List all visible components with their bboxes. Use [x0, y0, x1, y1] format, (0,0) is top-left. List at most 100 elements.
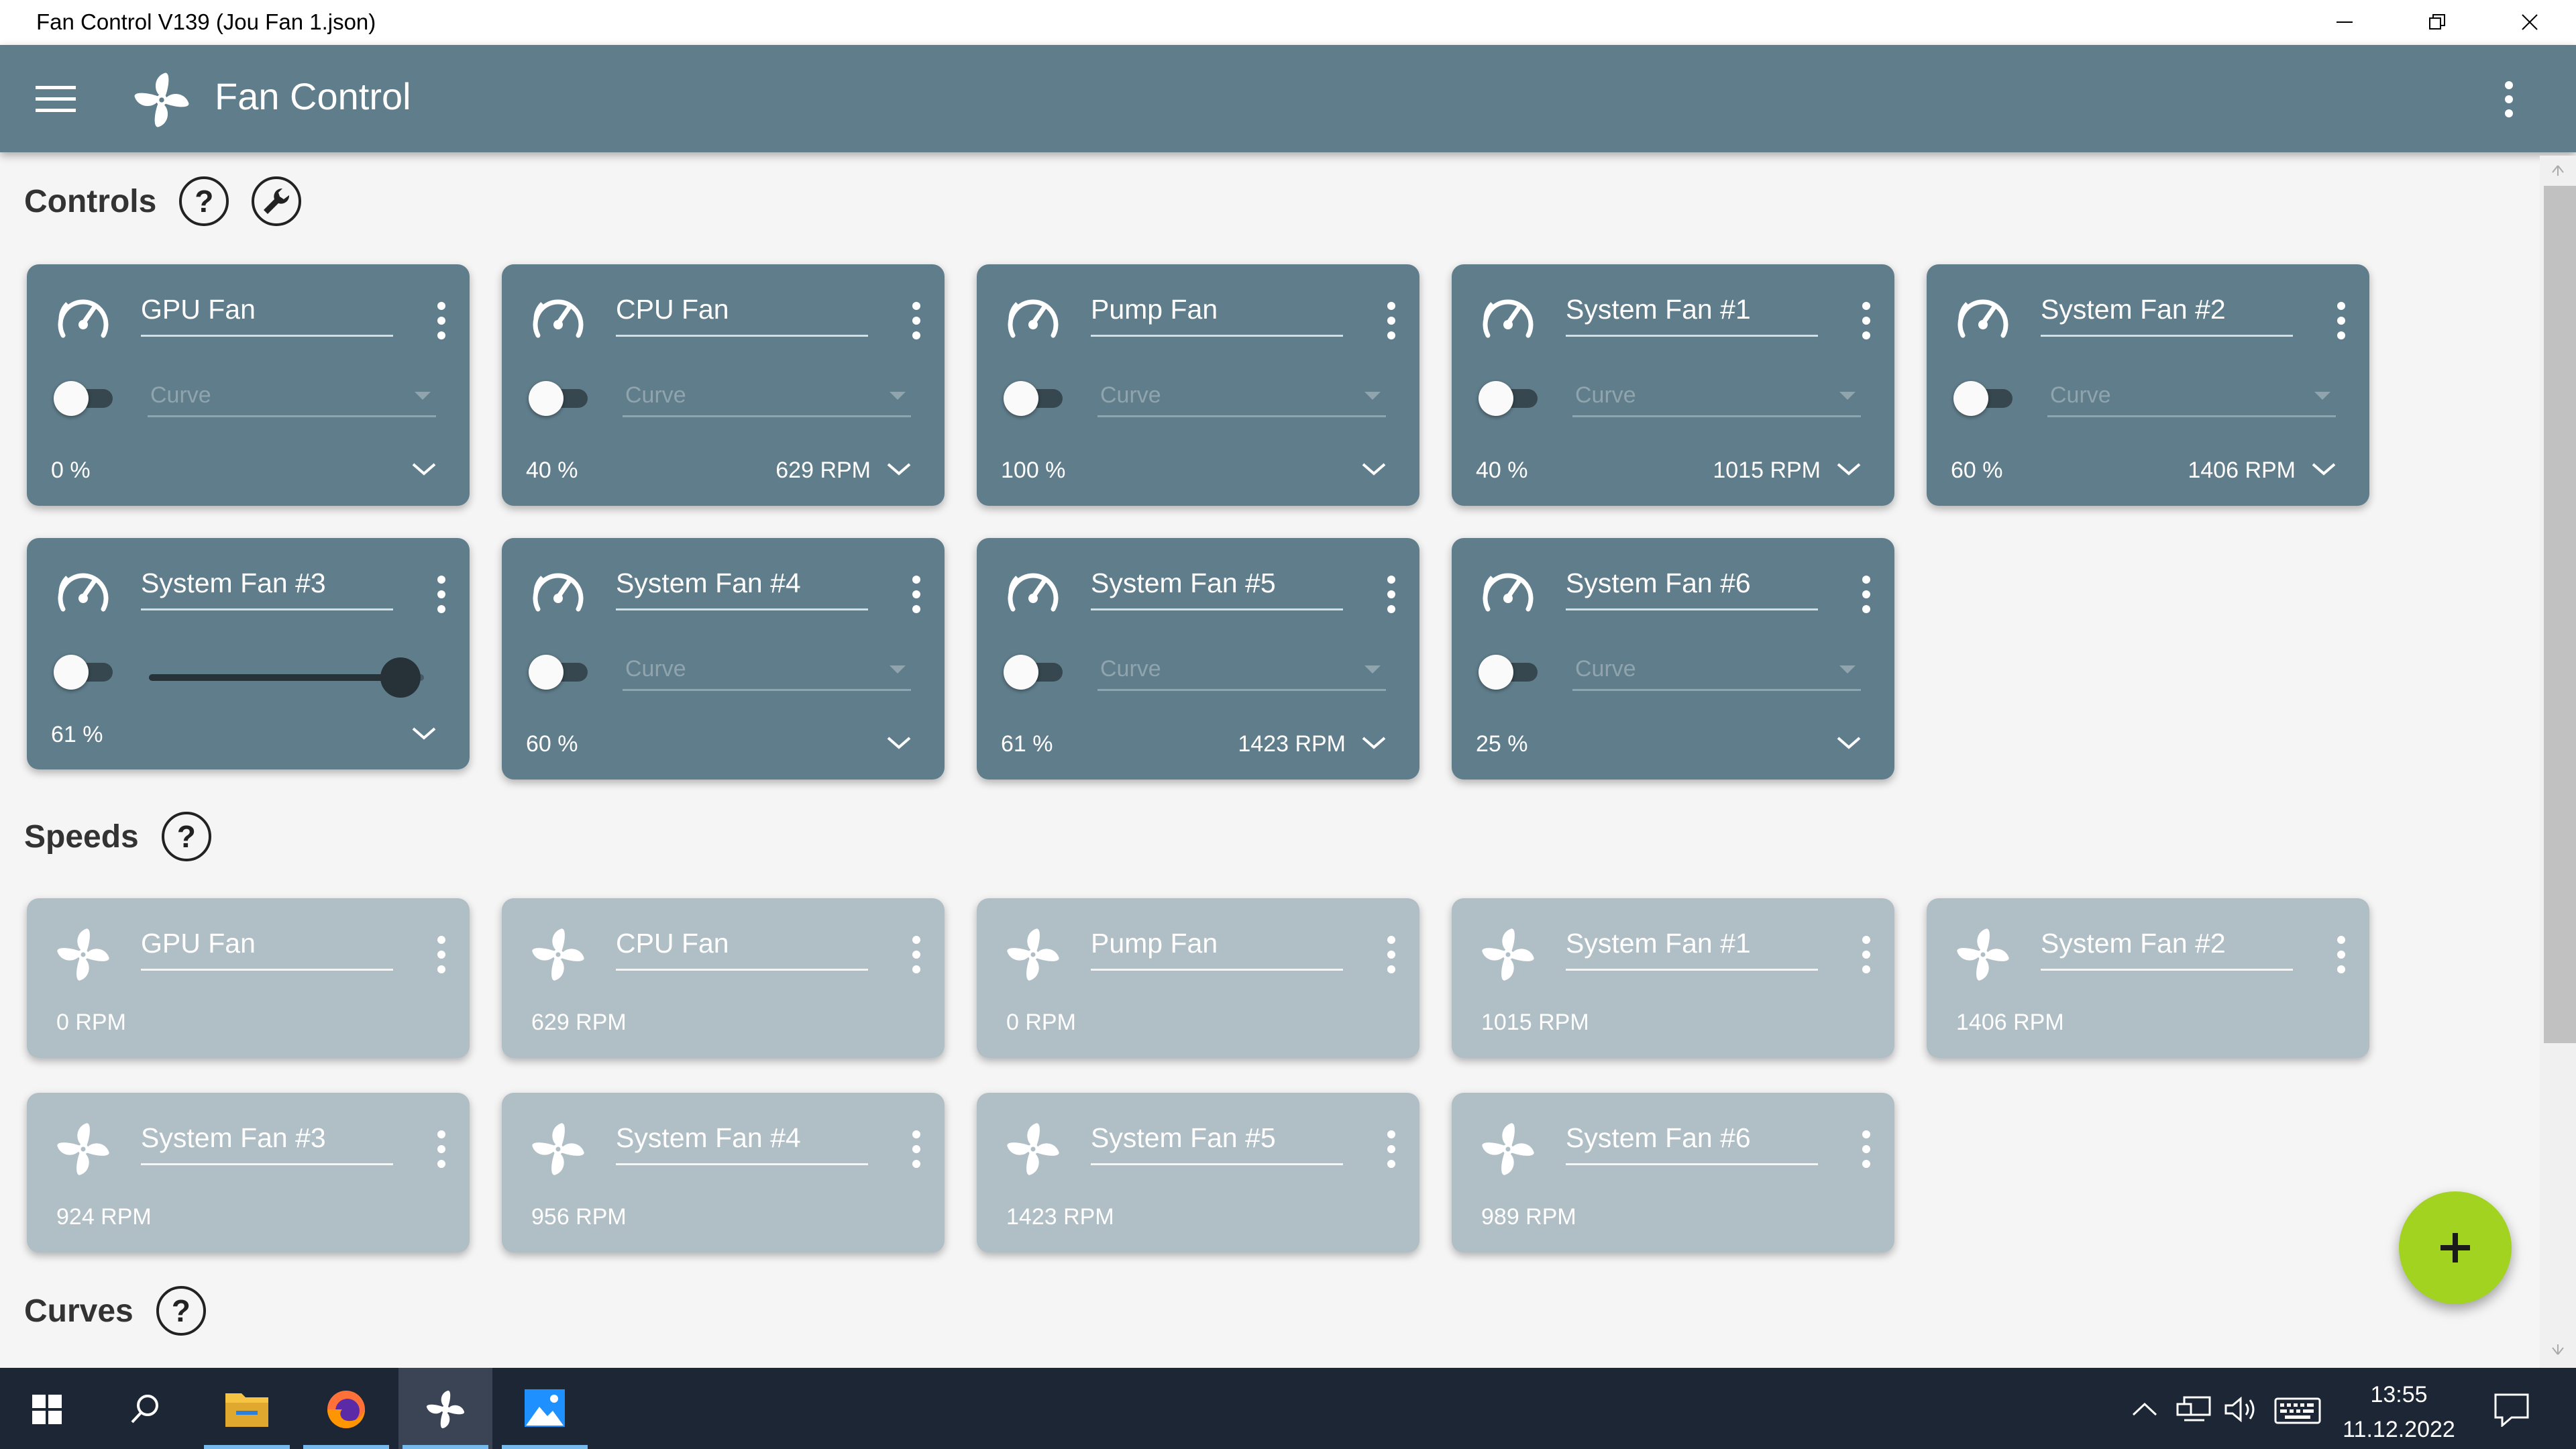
vertical-scrollbar[interactable] — [2540, 156, 2576, 1368]
speed-name-field[interactable]: System Fan #6 — [1566, 1122, 1818, 1165]
enable-toggle[interactable] — [1479, 651, 1543, 691]
firefox-icon — [327, 1391, 365, 1428]
more-vert-icon[interactable] — [1861, 1129, 1872, 1169]
network-icon[interactable] — [2175, 1395, 2212, 1424]
toggle-knob — [1004, 655, 1038, 690]
control-card: System Fan #5 Curve 61 % 1423 RPM — [977, 538, 1419, 780]
notification-icon[interactable] — [2493, 1392, 2530, 1427]
curve-select[interactable]: Curve — [1572, 380, 1861, 417]
enable-toggle[interactable] — [54, 377, 118, 417]
speed-name-field[interactable]: GPU Fan — [141, 928, 393, 971]
curves-help-button[interactable]: ? — [156, 1286, 206, 1336]
more-vert-icon[interactable] — [1386, 301, 1397, 341]
more-vert-icon[interactable] — [436, 301, 447, 341]
expand-chevron-icon[interactable] — [1359, 459, 1389, 479]
enable-toggle[interactable] — [1479, 377, 1543, 417]
more-vert-icon[interactable] — [436, 934, 447, 975]
speed-slider-thumb[interactable] — [380, 657, 421, 698]
enable-toggle[interactable] — [529, 377, 593, 417]
speeds-help-button[interactable]: ? — [161, 812, 211, 861]
enable-toggle[interactable] — [1004, 651, 1068, 691]
enable-toggle[interactable] — [529, 651, 593, 691]
more-vert-icon[interactable] — [911, 934, 922, 975]
search-button[interactable] — [99, 1368, 193, 1449]
expand-chevron-icon[interactable] — [884, 459, 914, 479]
speed-card: System Fan #3 924 RPM — [27, 1093, 470, 1252]
control-card: GPU Fan Curve 0 % — [27, 264, 470, 506]
speed-name-field[interactable]: System Fan #1 — [1566, 928, 1818, 971]
more-vert-icon[interactable] — [1861, 934, 1872, 975]
more-vert-icon[interactable] — [1861, 301, 1872, 341]
curve-select[interactable]: Curve — [623, 653, 911, 691]
expand-chevron-icon[interactable] — [409, 459, 439, 479]
speed-name-field[interactable]: Pump Fan — [1091, 928, 1343, 971]
more-vert-icon[interactable] — [436, 1129, 447, 1169]
close-button[interactable] — [2483, 0, 2576, 45]
more-vert-icon[interactable] — [911, 1129, 922, 1169]
hamburger-menu-button[interactable] — [30, 80, 81, 118]
scrollbar-thumb[interactable] — [2544, 186, 2576, 1043]
speed-name-field[interactable]: System Fan #3 — [141, 1122, 393, 1165]
volume-icon[interactable] — [2223, 1395, 2261, 1424]
more-vert-icon[interactable] — [1386, 1129, 1397, 1169]
controls-settings-button[interactable] — [252, 176, 302, 226]
expand-chevron-icon[interactable] — [884, 733, 914, 753]
more-vert-icon[interactable] — [2336, 934, 2347, 975]
more-vert-icon[interactable] — [1386, 934, 1397, 975]
expand-chevron-icon[interactable] — [1834, 733, 1864, 753]
control-name-field[interactable]: System Fan #5 — [1091, 568, 1343, 610]
taskbar-file-explorer[interactable] — [200, 1368, 294, 1449]
app-title: Fan Control — [215, 75, 411, 117]
speed-name-field[interactable]: CPU Fan — [616, 928, 868, 971]
speed-card: GPU Fan 0 RPM — [27, 898, 470, 1058]
control-name-field[interactable]: Pump Fan — [1091, 294, 1343, 337]
speed-name-field[interactable]: System Fan #5 — [1091, 1122, 1343, 1165]
gauge-icon — [529, 290, 588, 349]
control-name-field[interactable]: CPU Fan — [616, 294, 868, 337]
start-button[interactable] — [0, 1368, 94, 1449]
dropdown-arrow-icon — [890, 392, 906, 400]
control-name-field[interactable]: System Fan #1 — [1566, 294, 1818, 337]
curve-select[interactable]: Curve — [148, 380, 436, 417]
speed-rpm: 956 RPM — [531, 1204, 627, 1230]
more-vert-icon[interactable] — [436, 574, 447, 614]
control-name-field[interactable]: System Fan #6 — [1566, 568, 1818, 610]
control-name-field[interactable]: System Fan #3 — [141, 568, 393, 610]
toggle-knob — [54, 655, 89, 690]
curve-select[interactable]: Curve — [2047, 380, 2336, 417]
control-name-field[interactable]: System Fan #4 — [616, 568, 868, 610]
curve-select[interactable]: Curve — [623, 380, 911, 417]
enable-toggle[interactable] — [1004, 377, 1068, 417]
expand-chevron-icon[interactable] — [2309, 459, 2339, 479]
curve-select[interactable]: Curve — [1572, 653, 1861, 691]
taskbar-fan-control[interactable] — [398, 1368, 492, 1449]
controls-help-button[interactable]: ? — [179, 176, 229, 226]
taskbar-firefox[interactable] — [299, 1368, 393, 1449]
control-name-field[interactable]: System Fan #2 — [2041, 294, 2293, 337]
more-vert-icon[interactable] — [2336, 301, 2347, 341]
speed-rpm: 629 RPM — [531, 1010, 627, 1035]
expand-chevron-icon[interactable] — [1834, 459, 1864, 479]
speed-card: System Fan #4 956 RPM — [502, 1093, 945, 1252]
speed-card: System Fan #1 1015 RPM — [1452, 898, 1894, 1058]
more-vert-icon[interactable] — [1861, 574, 1872, 614]
add-button[interactable] — [2399, 1191, 2512, 1304]
speed-name-field[interactable]: System Fan #4 — [616, 1122, 868, 1165]
taskbar-clock[interactable]: 13:55 11.12.2022 — [2312, 1377, 2486, 1447]
speed-name-field[interactable]: System Fan #2 — [2041, 928, 2293, 971]
chevron-up-icon[interactable] — [2129, 1399, 2160, 1419]
enable-toggle[interactable] — [54, 651, 118, 691]
curve-select[interactable]: Curve — [1097, 380, 1386, 417]
control-name-field[interactable]: GPU Fan — [141, 294, 393, 337]
more-vert-icon[interactable] — [1386, 574, 1397, 614]
taskbar-photos[interactable] — [498, 1368, 592, 1449]
expand-chevron-icon[interactable] — [409, 723, 439, 743]
minimize-button[interactable] — [2298, 0, 2391, 45]
restore-button[interactable] — [2391, 0, 2483, 45]
more-vert-icon[interactable] — [911, 574, 922, 614]
more-vert-icon[interactable] — [911, 301, 922, 341]
curve-select[interactable]: Curve — [1097, 653, 1386, 691]
app-more-button[interactable] — [2496, 78, 2522, 120]
enable-toggle[interactable] — [1953, 377, 2018, 417]
expand-chevron-icon[interactable] — [1359, 733, 1389, 753]
